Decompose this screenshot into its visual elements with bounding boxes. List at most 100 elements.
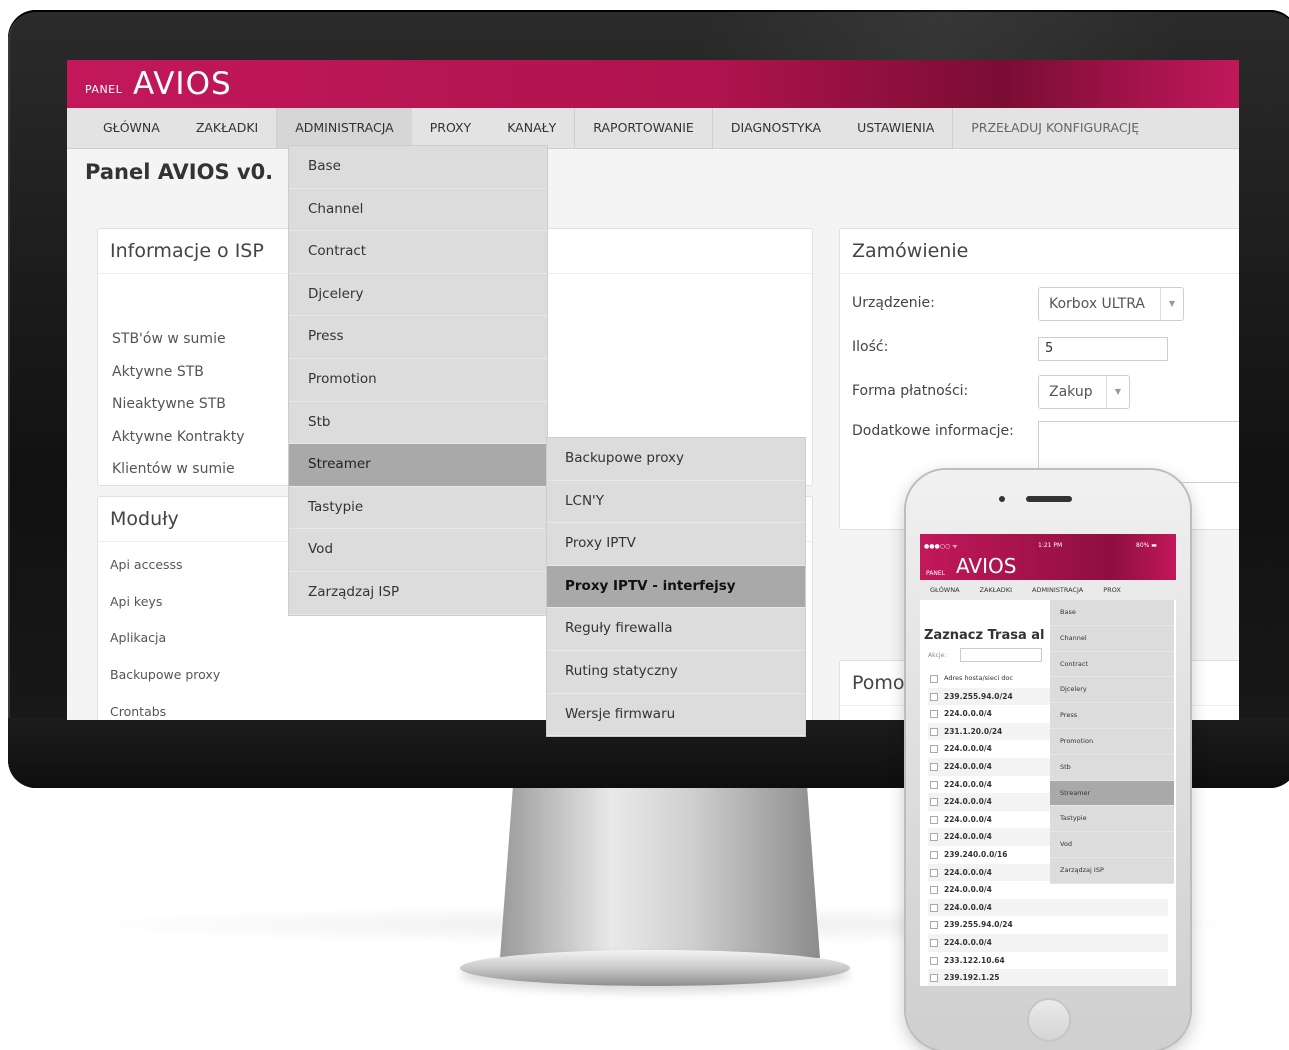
nav-item-kanaly[interactable]: KANAŁY — [489, 108, 576, 148]
nav-item-glowna[interactable]: GŁÓWNA — [67, 108, 178, 148]
phone-clock: 1:21 PM — [1038, 542, 1063, 549]
row-checkbox[interactable] — [930, 815, 938, 824]
nav-item-reload-config[interactable]: PRZEŁADUJ KONFIGURACJĘ — [953, 108, 1157, 148]
row-checkbox[interactable] — [930, 868, 938, 877]
row-checkbox[interactable] — [930, 974, 938, 983]
table-row[interactable]: 224.0.0.0/4 — [928, 898, 1168, 917]
phone-action-label: Akcje: — [928, 652, 947, 659]
phone-menu-item[interactable]: Stb — [1050, 755, 1174, 781]
phone-nav-item[interactable]: PROX — [1093, 586, 1131, 594]
row-checkbox[interactable] — [930, 938, 938, 947]
menu-item-vod[interactable]: Vod — [289, 529, 547, 572]
phone-nav-item[interactable]: ZAKŁADKI — [970, 586, 1022, 594]
phone-nav-item[interactable]: ADMINISTRACJA — [1022, 586, 1093, 594]
nav-item-diagnostyka[interactable]: DIAGNOSTYKA — [713, 108, 839, 148]
device-select-value: Korbox ULTRA — [1049, 296, 1145, 312]
route-cell: 224.0.0.0/4 — [944, 867, 992, 877]
submenu-item-static-routing[interactable]: Ruting statyczny — [547, 651, 805, 694]
menu-item-promotion[interactable]: Promotion — [289, 359, 547, 402]
row-checkbox[interactable] — [930, 780, 938, 789]
row-checkbox[interactable] — [930, 886, 938, 895]
table-row[interactable]: 239.255.94.0/24 — [928, 916, 1168, 934]
home-button[interactable] — [1027, 998, 1071, 1042]
logo-small-text: PANEL — [85, 83, 123, 96]
menu-item-stb[interactable]: Stb — [289, 402, 547, 445]
phone-menu-item[interactable]: Promotion — [1050, 729, 1174, 755]
phone-action-select[interactable] — [960, 648, 1042, 662]
table-row[interactable]: 224.0.0.0/4 — [928, 933, 1168, 952]
phone-menu-item[interactable]: Contract — [1050, 652, 1174, 678]
submenu-item-proxy-iptv-interfaces[interactable]: Proxy IPTV - interfejsy — [547, 565, 805, 609]
phone-logo-small-text: PANEL — [926, 570, 945, 577]
table-row[interactable]: 239.192.1.25 — [928, 969, 1168, 986]
nav-item-ustawienia[interactable]: USTAWIENIA — [839, 108, 954, 148]
phone-menu-item[interactable]: Tastypie — [1050, 806, 1174, 833]
main-nav: GŁÓWNA ZAKŁADKI ADMINISTRACJA PROXY KANA… — [67, 108, 1239, 149]
submenu-item-firmware-versions[interactable]: Wersje firmwaru — [547, 694, 805, 737]
menu-item-contract[interactable]: Contract — [289, 231, 547, 274]
phone-menu-item[interactable]: Base — [1050, 600, 1174, 626]
submenu-item-backup-proxy[interactable]: Backupowe proxy — [547, 438, 805, 481]
isp-row-stb-total: STB'ów w sumie — [112, 331, 226, 347]
phone-menu-item[interactable]: Channel — [1050, 626, 1174, 652]
row-checkbox[interactable] — [930, 692, 938, 701]
table-row[interactable]: 233.122.10.64 — [928, 952, 1168, 970]
device-label: Urządzenie: — [852, 295, 935, 311]
device-select[interactable]: Korbox ULTRA ▼ — [1038, 287, 1184, 321]
row-checkbox[interactable] — [930, 798, 938, 807]
menu-item-channel[interactable]: Channel — [289, 189, 547, 232]
submenu-item-lcn[interactable]: LCN'Y — [547, 481, 805, 524]
module-link[interactable]: Api accesss — [110, 547, 220, 584]
row-checkbox[interactable] — [930, 850, 938, 859]
menu-item-streamer[interactable]: Streamer — [289, 444, 547, 487]
phone-menu-item[interactable]: Zarządzaj ISP — [1050, 858, 1174, 884]
row-checkbox[interactable] — [930, 921, 938, 930]
logo[interactable]: AVIOS — [133, 66, 232, 102]
submenu-item-proxy-iptv[interactable]: Proxy IPTV — [547, 523, 805, 566]
nav-item-zakladki[interactable]: ZAKŁADKI — [178, 108, 278, 148]
nav-item-proxy[interactable]: PROXY — [412, 108, 489, 148]
row-checkbox[interactable] — [930, 903, 938, 912]
row-checkbox[interactable] — [930, 710, 938, 719]
phone-menu-item[interactable]: Press — [1050, 703, 1174, 729]
payment-label: Forma płatności: — [852, 383, 969, 399]
row-checkbox[interactable] — [930, 762, 938, 771]
menu-item-press[interactable]: Press — [289, 316, 547, 359]
nav-item-raportowanie[interactable]: RAPORTOWANIE — [575, 108, 713, 148]
payment-select[interactable]: Zakup ▼ — [1038, 375, 1130, 409]
administracja-dropdown: Base Channel Contract Djcelery Press Pro… — [288, 145, 548, 616]
row-checkbox[interactable] — [930, 833, 938, 842]
route-cell: 233.122.10.64 — [944, 955, 1005, 965]
row-checkbox[interactable] — [930, 727, 938, 736]
phone-menu-item-streamer[interactable]: Streamer — [1050, 780, 1174, 807]
route-cell: 239.255.94.0/24 — [944, 691, 1013, 701]
isp-row-inactive-stb: Nieaktywne STB — [112, 396, 226, 412]
module-link[interactable]: Api keys — [110, 584, 220, 621]
phone-menu-item[interactable]: Vod — [1050, 832, 1174, 858]
row-checkbox[interactable] — [930, 956, 938, 965]
module-link[interactable]: Backupowe proxy — [110, 657, 220, 694]
menu-item-manage-isp[interactable]: Zarządzaj ISP — [289, 572, 547, 615]
route-cell: 224.0.0.0/4 — [944, 814, 992, 824]
phone-menu-item[interactable]: Djcelery — [1050, 677, 1174, 704]
modules-list: Api accesss Api keys Aplikacja Backupowe… — [110, 547, 220, 720]
menu-item-djcelery[interactable]: Djcelery — [289, 274, 547, 317]
module-link[interactable]: Aplikacja — [110, 620, 220, 657]
module-link[interactable]: Crontabs — [110, 694, 220, 720]
camera-icon — [999, 496, 1005, 502]
nav-item-administracja[interactable]: ADMINISTRACJA — [277, 108, 412, 148]
menu-item-tastypie[interactable]: Tastypie — [289, 487, 547, 530]
row-checkbox[interactable] — [930, 745, 938, 754]
table-header-label: Adres hosta/sieci doc — [944, 674, 1013, 682]
select-all-checkbox[interactable] — [930, 675, 938, 683]
phone-logo[interactable]: AVIOS — [956, 554, 1016, 578]
menu-item-base[interactable]: Base — [289, 146, 547, 189]
route-cell: 231.1.20.0/24 — [944, 726, 1003, 736]
phone-battery: 80% ▬ — [1136, 542, 1157, 549]
payment-select-value: Zakup — [1049, 384, 1093, 400]
phone-nav-item[interactable]: GŁÓWNA — [920, 586, 970, 594]
phone-signal-status: ●●●○○ ᯤ — [924, 543, 958, 550]
monitor-stand-base — [460, 950, 850, 986]
quantity-input[interactable]: 5 — [1038, 337, 1168, 361]
submenu-item-firewall-rules[interactable]: Reguły firewalla — [547, 608, 805, 651]
